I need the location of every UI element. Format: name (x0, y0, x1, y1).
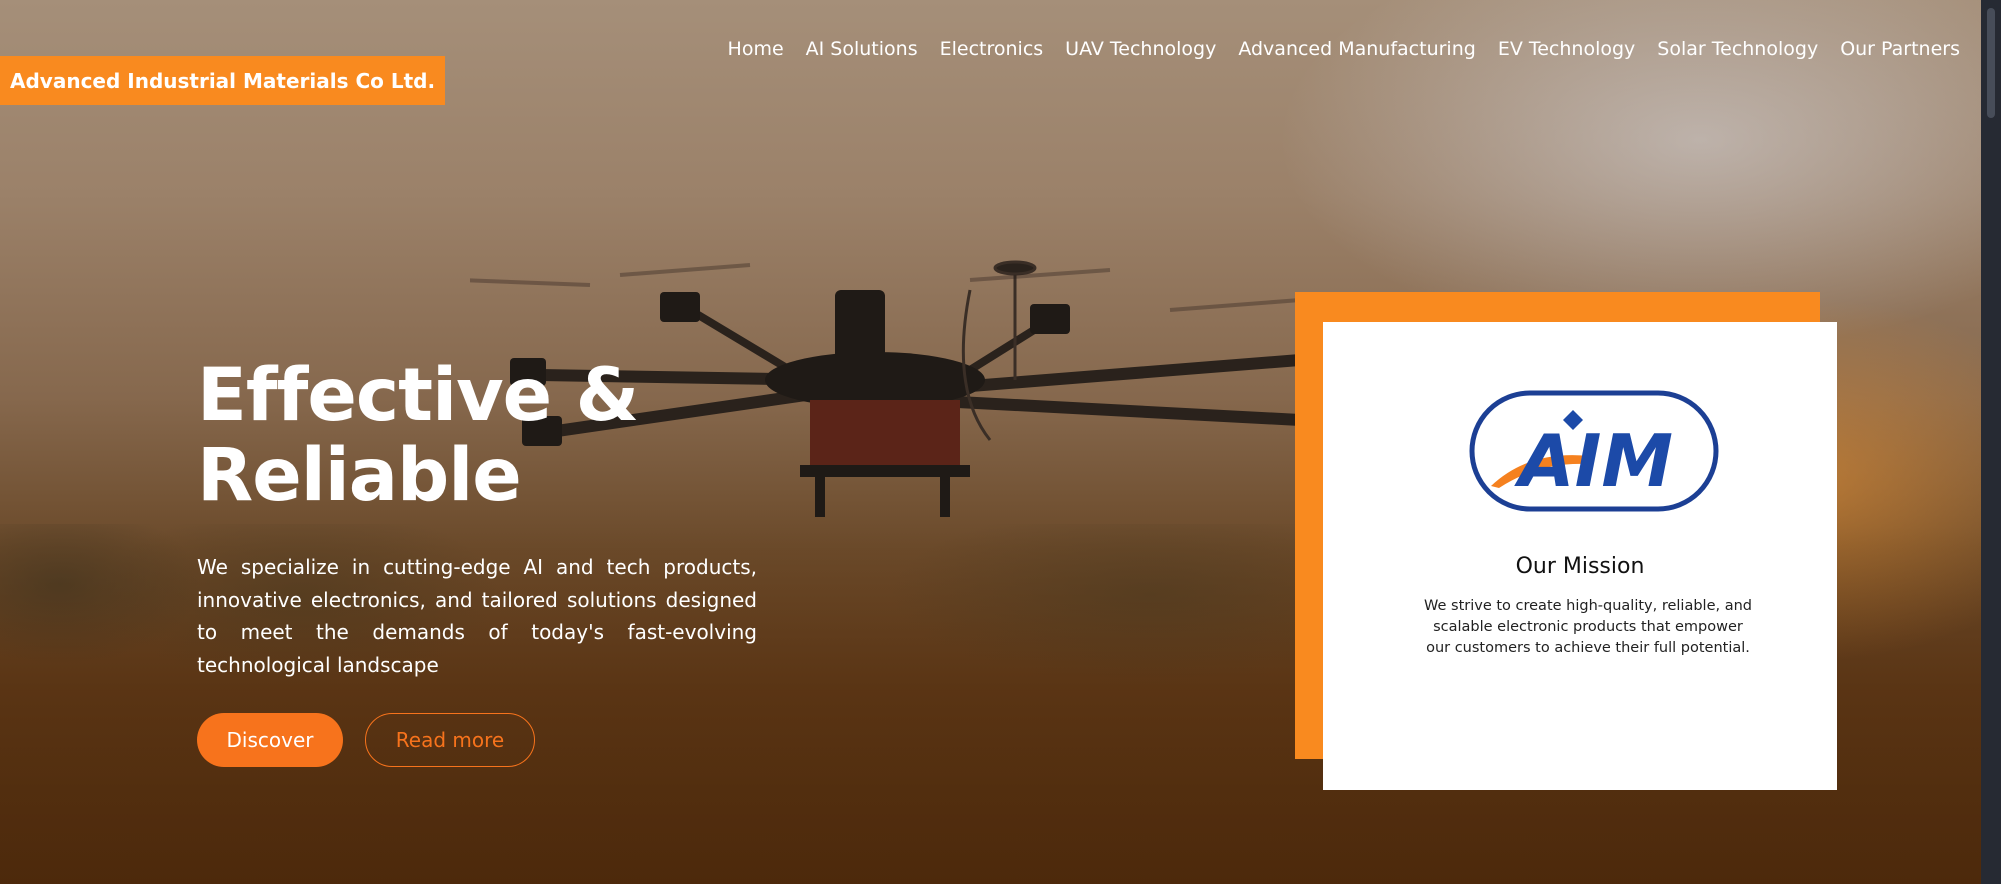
hero-description: We specialize in cutting-edge AI and tec… (197, 555, 757, 677)
brand-badge[interactable]: Advanced Industrial Materials Co Ltd. (0, 56, 446, 105)
mission-card: AIM Our Mission We strive to create high… (1323, 322, 1837, 790)
scrollbar-thumb[interactable] (1987, 8, 1995, 118)
brand-name: Advanced Industrial Materials Co Ltd. (10, 68, 436, 93)
nav-item-advanced-manufacturing[interactable]: Advanced Manufacturing (1238, 38, 1475, 60)
nav-item-uav-technology[interactable]: UAV Technology (1065, 38, 1216, 60)
read-more-button[interactable]: Read more (365, 713, 535, 767)
nav-item-ev-technology[interactable]: EV Technology (1498, 38, 1635, 60)
hero-headline: Effective & Reliable (197, 353, 639, 518)
mission-text: We strive to create high-quality, reliab… (1424, 598, 1752, 656)
discover-button-label: Discover (226, 728, 314, 752)
nav-item-solar-technology[interactable]: Solar Technology (1657, 38, 1818, 60)
aim-logo: AIM (1469, 390, 1719, 512)
main-nav: Home AI Solutions Electronics UAV Techno… (728, 38, 1960, 60)
nav-item-home[interactable]: Home (728, 38, 784, 60)
mission-title: Our Mission (1515, 554, 1645, 579)
scrollbar[interactable] (1981, 0, 2001, 884)
nav-item-our-partners[interactable]: Our Partners (1840, 38, 1960, 60)
nav-item-ai-solutions[interactable]: AI Solutions (806, 38, 918, 60)
discover-button[interactable]: Discover (197, 713, 343, 767)
aim-logo-text: AIM (1514, 419, 1673, 503)
nav-item-electronics[interactable]: Electronics (940, 38, 1044, 60)
read-more-button-label: Read more (395, 728, 505, 752)
